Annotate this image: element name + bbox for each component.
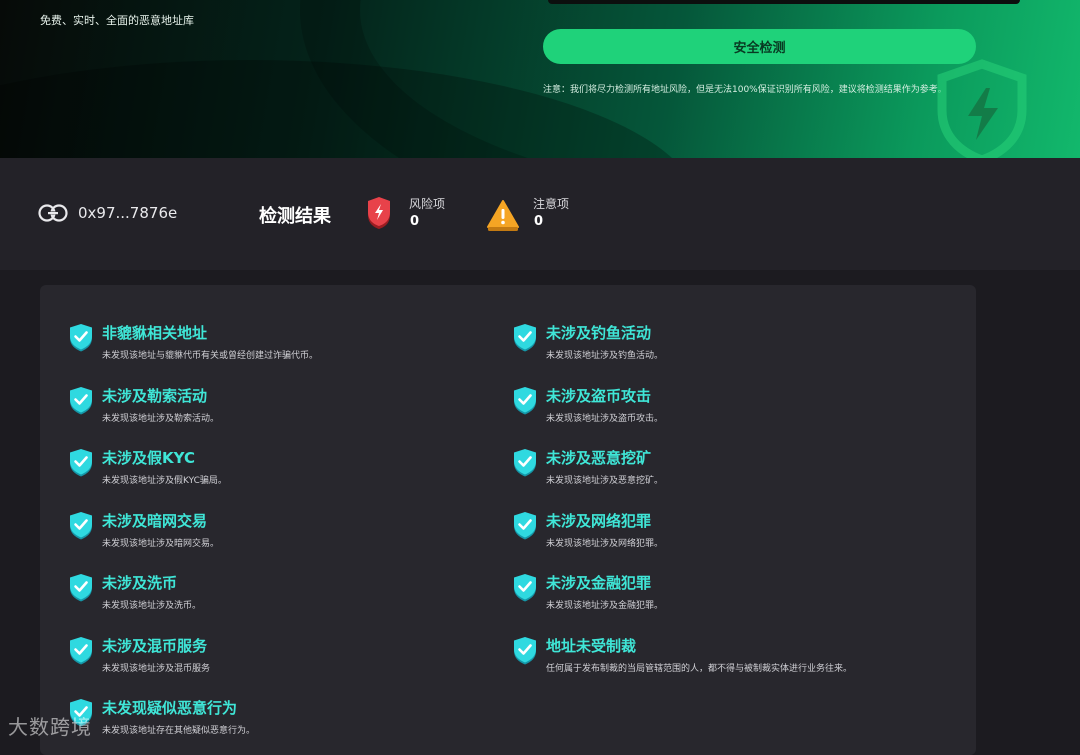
result-item-description: 任何属于发布制裁的当局管辖范围的人，都不得与被制裁实体进行业务往来。 [546,663,853,674]
result-item: 未发现疑似恶意行为未发现该地址存在其他疑似恶意行为。 [68,697,488,747]
result-item: 地址未受制裁任何属于发布制裁的当局管辖范围的人，都不得与被制裁实体进行业务往来。 [512,635,932,685]
checked-address: 0x97...7876e [78,204,178,222]
shield-check-icon [68,636,94,670]
shield-check-icon [512,323,538,357]
result-item-title: 未涉及钓鱼活动 [546,324,652,342]
disclaimer-notice: 注意：我们将尽力检测所有地址风险，但是无法100%保证识别所有风险，建议将检测结… [543,85,947,95]
result-item-title: 未涉及金融犯罪 [546,574,652,592]
shield-check-icon [512,511,538,545]
lightning-shield-icon [937,59,1027,158]
risk-items-count: 0 [410,214,420,229]
result-item-title: 地址未受制裁 [546,636,637,655]
result-item: 未涉及金融犯罪未发现该地址涉及金融犯罪。 [512,572,932,622]
hero-banner: 免费、实时、全面的恶意地址库 安全检测 注意：我们将尽力检测所有地址风险，但是无… [0,0,1080,158]
result-item: 未涉及混币服务未发现该地址涉及混币服务 [68,635,488,685]
shield-check-icon [68,323,94,357]
result-item-description: 未发现该地址涉及金融犯罪。 [546,601,664,611]
warning-items-count: 0 [534,214,544,229]
result-item-title: 未涉及恶意挖矿 [546,449,652,467]
shield-check-icon [512,448,538,482]
result-item: 未涉及盗币攻击未发现该地址涉及盗币攻击。 [512,385,932,435]
result-title: 检测结果 [259,206,331,227]
result-item: 未涉及假KYC 未发现该地址涉及假KYC骗局。 [68,447,488,497]
result-item-title: 未涉及混币服务 [102,636,208,655]
security-check-button[interactable]: 安全检测 [543,29,976,64]
result-item: 未涉及暗网交易未发现该地址涉及暗网交易。 [68,510,488,560]
result-item-description: 未发现该地址与貔貅代币有关或曾经创建过诈骗代币。 [102,351,319,361]
shield-check-icon [68,511,94,545]
result-item: 未涉及网络犯罪未发现该地址涉及网络犯罪。 [512,510,932,560]
result-item-description: 未发现该地址涉及混币服务 [102,663,211,674]
result-item-description: 未发现该地址存在其他疑似恶意行为。 [102,726,256,736]
result-item: 未涉及洗币未发现该地址涉及洗币。 [68,572,488,622]
warning-items-label: 注意项 [533,197,570,211]
shield-check-icon [512,386,538,420]
shield-check-icon [512,573,538,607]
result-item-title: 未发现疑似恶意行为 [102,699,238,717]
result-item-description: 未发现该地址涉及钓鱼活动。 [546,351,664,361]
result-item-description: 未发现该地址涉及暗网交易。 [102,538,220,549]
shield-check-icon [68,448,94,482]
result-item-title: 未涉及盗币攻击 [546,386,652,405]
shield-check-icon [512,636,538,670]
result-item-description: 未发现该地址涉及勒索活动。 [102,413,220,424]
result-item-description: 未发现该地址涉及网络犯罪。 [546,538,664,549]
result-item-description: 未发现该地址涉及恶意挖矿。 [546,476,664,486]
result-item-title: 未涉及网络犯罪 [546,511,652,530]
link-icon [38,204,68,222]
result-item-description: 未发现该地址涉及盗币攻击。 [546,413,664,424]
results-panel: 非貔貅相关地址 未发现该地址与貔貅代币有关或曾经创建过诈骗代币。 未涉及勒索活动 未发… [40,285,976,755]
address-input-edge[interactable] [548,0,1020,4]
result-item-title: 未涉及暗网交易 [102,511,208,530]
watermark-logo: 大数跨境 [8,715,92,739]
result-item-title: 非貔貅相关地址 [102,324,208,342]
shield-check-icon [68,386,94,420]
result-item: 未涉及恶意挖矿未发现该地址涉及恶意挖矿。 [512,447,932,497]
result-item: 未涉及钓鱼活动未发现该地址涉及钓鱼活动。 [512,322,932,372]
risk-items-label: 风险项 [409,197,446,211]
result-item-description: 未发现该地址涉及洗币。 [102,601,202,611]
result-item-title: 未涉及假KYC [102,449,195,467]
result-item: 非貔貅相关地址未发现该地址与貔貅代币有关或曾经创建过诈骗代币。 [68,322,488,372]
warning-icon [487,200,519,231]
result-item-title: 未涉及勒索活动 [102,386,208,405]
hero-tagline: 免费、实时、全面的恶意地址库 [40,14,194,27]
risk-alert-icon [368,197,390,229]
result-item-title: 未涉及洗币 [102,574,178,592]
shield-check-icon [68,573,94,607]
result-item-description: 未发现该地址涉及假KYC骗局。 [102,476,227,486]
result-item: 未涉及勒索活动未发现该地址涉及勒索活动。 [68,385,488,435]
